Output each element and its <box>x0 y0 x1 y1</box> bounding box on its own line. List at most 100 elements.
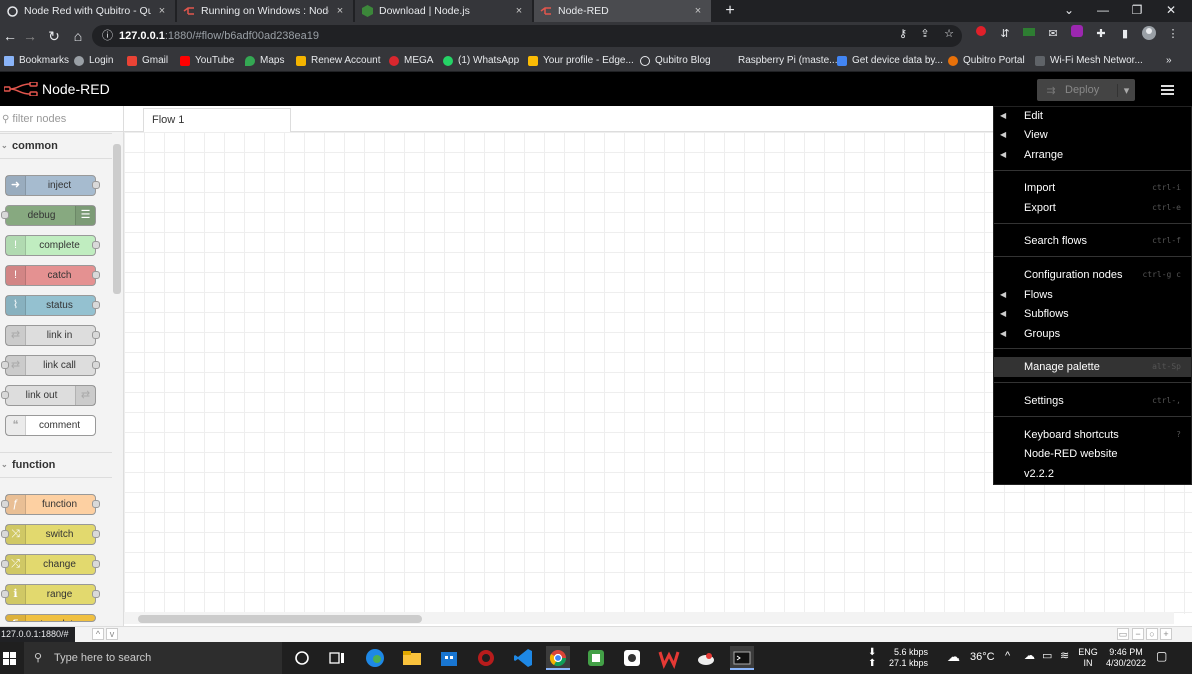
palette-node-change[interactable]: ⤮ change <box>1 554 100 575</box>
bookmark-item[interactable]: Maps <box>245 53 284 69</box>
terminal-icon[interactable] <box>730 646 754 670</box>
edge-icon[interactable] <box>363 646 387 670</box>
category-common[interactable]: ⌄ common <box>0 133 112 159</box>
minimize-icon[interactable]: — <box>1088 0 1118 20</box>
menu-item-arrange[interactable]: ◀ Arrange <box>994 145 1191 165</box>
close-icon[interactable]: × <box>512 5 526 17</box>
palette-node-link-in[interactable]: ⇄ link in <box>5 325 100 346</box>
menu-item-subflows[interactable]: ◀ Subflows <box>994 304 1191 324</box>
deploy-button[interactable]: ⇉ Deploy ▾ <box>1037 79 1135 101</box>
onedrive-icon[interactable]: ☁ <box>1024 651 1035 662</box>
forward-icon[interactable]: → <box>20 26 40 46</box>
app-green-icon[interactable] <box>584 646 608 670</box>
scrollbar-thumb[interactable] <box>113 144 121 294</box>
bookmark-item[interactable]: (1) WhatsApp <box>443 53 519 69</box>
taskbar-search-box[interactable]: ⚲ Type here to search <box>24 642 282 674</box>
notification-icon[interactable]: ▢ <box>1156 650 1167 662</box>
caret-down-icon[interactable]: ▾ <box>1117 83 1135 97</box>
palette-node-switch[interactable]: ⤨ switch <box>1 524 100 545</box>
palette-scrollbar[interactable] <box>112 144 122 624</box>
palette-node-range[interactable]: ℹ range <box>1 584 100 605</box>
zoom-out-icon[interactable]: − <box>1132 628 1144 640</box>
mail-icon[interactable]: ✉ <box>1044 25 1062 43</box>
menu-item-settings[interactable]: Settings ctrl-, <box>994 391 1191 411</box>
reload-icon[interactable]: ↻ <box>44 26 64 46</box>
task-view-icon[interactable] <box>325 646 349 670</box>
clock-date[interactable]: 4/30/2022 <box>1104 658 1148 669</box>
palette-node-function[interactable]: ƒ function <box>1 494 100 515</box>
menu-item-manage-palette[interactable]: Manage palette alt-Sp <box>994 357 1191 377</box>
extension-red-icon[interactable] <box>972 25 990 43</box>
windows-start-icon[interactable] <box>0 642 22 674</box>
close-icon[interactable]: × <box>691 5 705 17</box>
bookmark-item[interactable]: Raspberry Pi (maste... <box>723 53 837 69</box>
bookmark-item[interactable]: MEGA <box>389 53 433 69</box>
star-icon[interactable]: ☆ <box>940 25 958 43</box>
tab-flow-1[interactable]: Flow 1 <box>143 108 291 132</box>
menu-item-import[interactable]: Import ctrl-i <box>994 178 1191 198</box>
navigator-icon[interactable]: ▭ <box>1117 628 1129 640</box>
bookmark-item[interactable]: Gmail <box>127 53 168 69</box>
info-icon[interactable]: ⓘ <box>102 30 113 42</box>
extension-translate-icon[interactable]: ⇵ <box>996 25 1014 43</box>
browser-tab-nodejs[interactable]: Download | Node.js × <box>355 0 533 22</box>
chrome-icon[interactable] <box>546 646 570 670</box>
palette-node-link-call[interactable]: ⇄ link call <box>1 355 100 376</box>
app-cloud-icon[interactable] <box>694 646 718 670</box>
weather-icon[interactable]: ☁ <box>947 650 960 663</box>
menu-item-view[interactable]: ◀ View <box>994 125 1191 145</box>
clock-time[interactable]: 9:46 PM <box>1104 647 1148 658</box>
bookmark-item[interactable]: Qubitro Portal <box>948 53 1025 69</box>
zoom-in-icon[interactable]: + <box>1160 628 1172 640</box>
input-language[interactable]: ENG <box>1077 647 1099 658</box>
bookmark-item[interactable]: Your profile - Edge... <box>528 53 634 69</box>
bookmark-item[interactable]: Login <box>74 53 113 69</box>
bookmark-item[interactable]: YouTube <box>180 53 234 69</box>
new-tab-button[interactable]: + <box>720 1 740 21</box>
back-icon[interactable]: ← <box>0 26 20 46</box>
menu-item-keyboard-shortcuts[interactable]: Keyboard shortcuts? <box>994 425 1191 445</box>
battery-icon[interactable]: ▭ <box>1042 651 1052 662</box>
palette-node-status[interactable]: ⌇ status <box>5 295 100 316</box>
kebab-menu-icon[interactable]: ⋮ <box>1164 25 1182 43</box>
menu-item-node-red-website[interactable]: Node-RED website <box>994 444 1191 464</box>
cortana-icon[interactable] <box>290 646 314 670</box>
bookmark-item[interactable]: Wi-Fi Mesh Networ... <box>1035 53 1143 69</box>
palette-node-comment[interactable]: ❝ comment <box>5 415 96 436</box>
key-icon[interactable]: ⚷ <box>894 25 912 43</box>
temperature[interactable]: 36°C <box>970 652 995 663</box>
browser-tab-node-red[interactable]: Node-RED × <box>534 0 712 22</box>
menu-item-flows[interactable]: ◀ Flows <box>994 285 1191 305</box>
app-camera-icon[interactable] <box>620 646 644 670</box>
menu-item-v2-2-2[interactable]: v2.2.2 <box>994 464 1191 484</box>
palette-node-inject[interactable]: ➜ inject <box>5 175 100 196</box>
chevron-down-icon[interactable]: ⌄ <box>1054 0 1084 20</box>
workspace-horizontal-scrollbar[interactable] <box>124 612 1174 624</box>
file-explorer-icon[interactable] <box>400 646 424 670</box>
share-icon[interactable]: ⇪ <box>916 25 934 43</box>
window-close-icon[interactable]: ✕ <box>1156 0 1186 20</box>
menu-item-edit[interactable]: ◀ Edit <box>994 106 1191 126</box>
app-red-icon[interactable] <box>474 646 498 670</box>
sidebar-icon[interactable]: ▮ <box>1116 25 1134 43</box>
zoom-reset-icon[interactable]: ○ <box>1146 628 1158 640</box>
wps-office-icon[interactable] <box>657 646 681 670</box>
chevron-up-icon[interactable]: ^ <box>92 628 104 640</box>
puzzle-icon[interactable]: ✚ <box>1092 25 1110 43</box>
scrollbar-thumb[interactable] <box>138 615 422 623</box>
restore-icon[interactable]: ❐ <box>1122 0 1152 20</box>
bookmark-item[interactable]: Bookmarks <box>4 53 69 69</box>
close-icon[interactable]: × <box>333 5 347 17</box>
vscode-icon[interactable] <box>511 646 535 670</box>
palette-node-template[interactable]: ¶template <box>5 614 96 622</box>
store-icon[interactable] <box>437 646 461 670</box>
close-icon[interactable]: × <box>155 5 169 17</box>
menu-item-export[interactable]: Export ctrl-e <box>994 198 1191 218</box>
home-icon[interactable]: ⌂ <box>68 26 88 46</box>
extension-green-icon[interactable] <box>1020 25 1038 43</box>
menu-item-configuration-nodes[interactable]: Configuration nodes ctrl-g c <box>994 265 1191 285</box>
palette-node-catch[interactable]: ! catch <box>5 265 100 286</box>
address-bar[interactable]: ⓘ 127.0.0.1:1880/#flow/b6adf00ad238ea19 <box>92 25 962 47</box>
menu-item-search-flows[interactable]: Search flows ctrl-f <box>994 231 1191 251</box>
browser-tab-running-windows[interactable]: Running on Windows : Node-RED × <box>177 0 354 22</box>
